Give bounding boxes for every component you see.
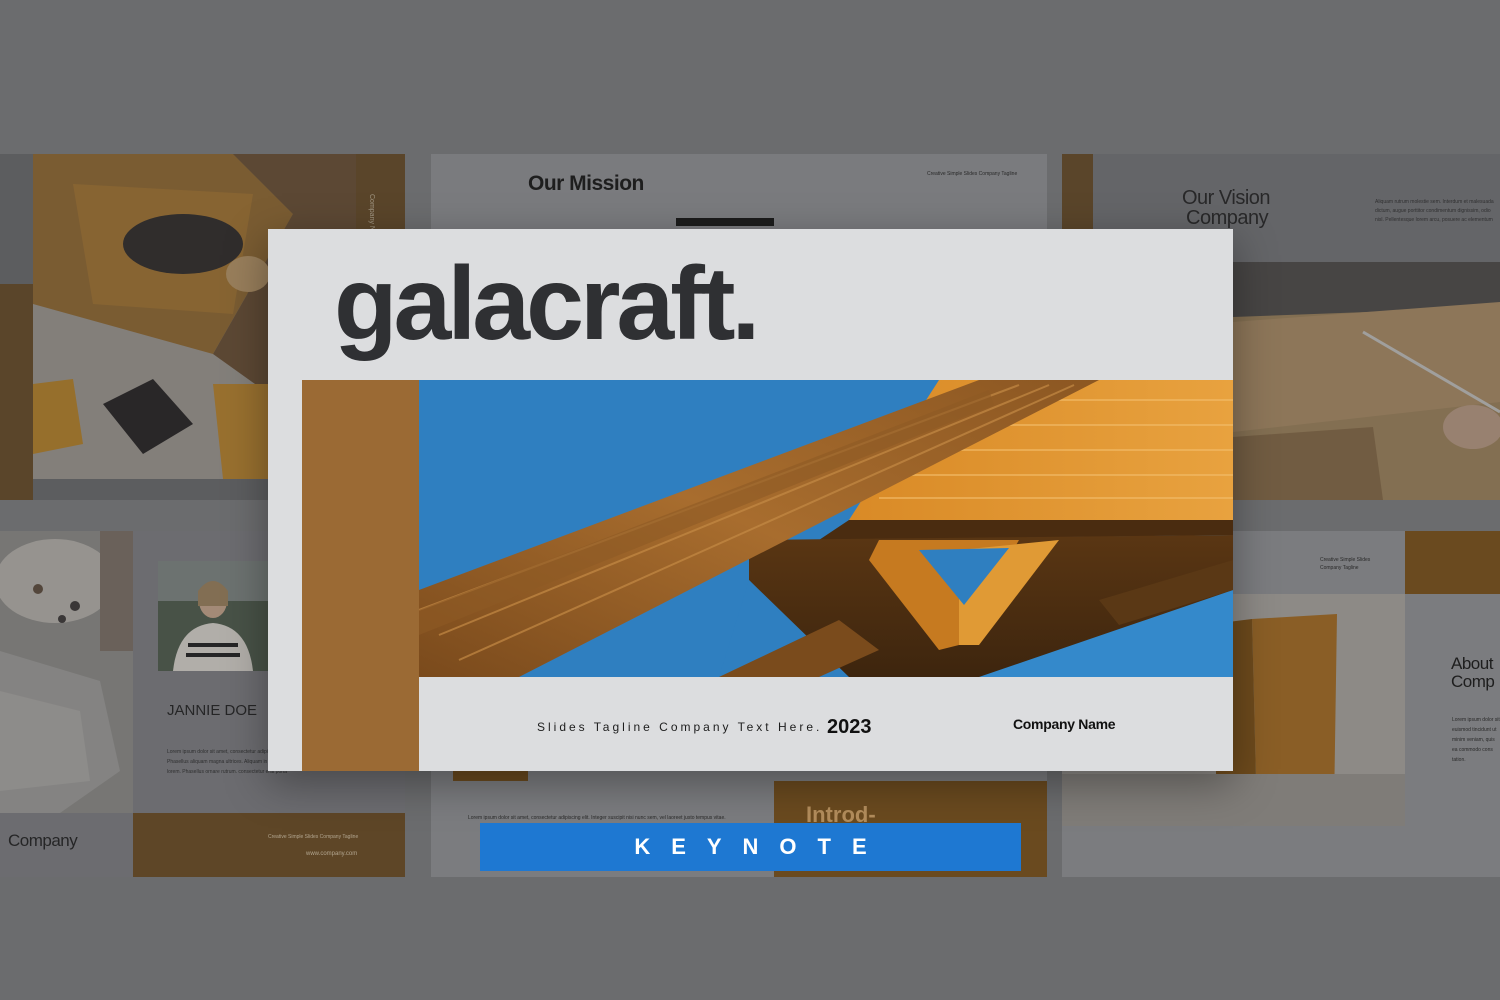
slide-year: 2023 [827,716,872,738]
mission-title: Our Mission [528,172,644,195]
portrait-photo [158,561,268,671]
intro-body: Lorem ipsum dolor sit amet, consectetur … [468,815,726,821]
interior-photo [0,531,133,813]
footer-url: www.company.com [306,851,358,857]
background-slide-top-center: Our Mission Creative Simple Slides Compa… [431,154,1047,234]
main-slide: galacraft. Slides Tagline Company Text H… [268,229,1233,771]
company-heading: Company [8,831,78,850]
timber-beam-photo [419,380,1233,677]
accent-bar [302,380,419,771]
brown-corner [1405,531,1500,594]
brown-block-left [453,771,528,781]
side-strip [0,284,33,500]
keynote-banner: KEYNOTE [480,823,1021,871]
footer-brown [133,813,405,877]
brown-strip [1062,154,1093,230]
vision-body: Aliquam rutrum molestie sem. Interdum et… [1375,199,1494,223]
about-body: Lorem ipsum dolor sit euismod tincidunt … [1452,717,1500,763]
brand-title: galacraft. [334,246,760,362]
about-title-line1: About [1451,654,1493,673]
vision-title-line2: Company [1186,207,1269,229]
mission-image-edge [676,218,774,226]
woodworking-photo [1233,262,1500,500]
mission-tagline: Creative Simple Slides Company Tagline [927,171,1018,177]
about-tagline: Creative Simple Slides Company Tagline [1320,557,1371,571]
slide-tagline: Slides Tagline Company Text Here. [537,720,823,734]
keynote-label: KEYNOTE [634,834,888,859]
about-title-line2: Comp [1451,672,1495,691]
company-name: Company Name [1013,716,1116,732]
footer-tagline: Creative Simple Slides Company Tagline [268,834,359,840]
person-name: JANNIE DOE [167,702,258,719]
